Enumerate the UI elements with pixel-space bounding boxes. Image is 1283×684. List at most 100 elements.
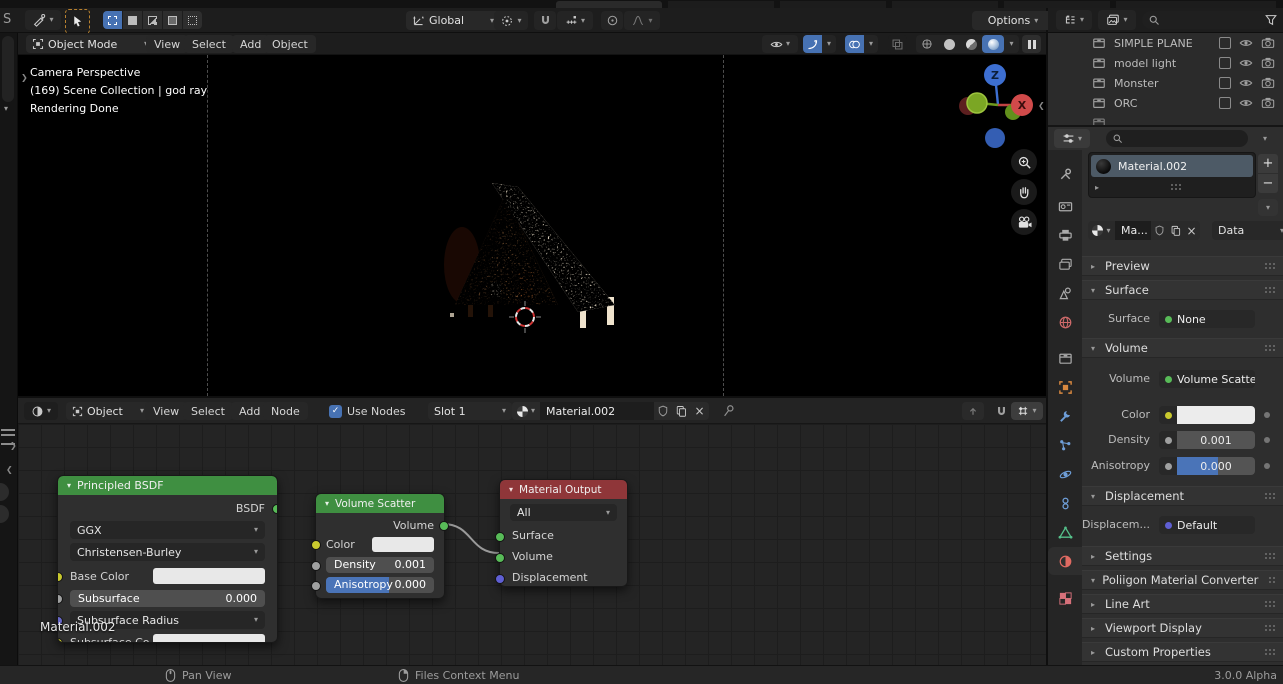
shading-wireframe-button[interactable] [916,35,938,53]
outliner-display-mode-button[interactable]: ▾ [1098,10,1136,30]
anisotropy-slider-widget[interactable]: 0.000 [1159,457,1255,475]
render-pause-button[interactable] [1022,35,1041,53]
socket-density[interactable] [311,561,321,571]
density-slider[interactable]: Density0.001 [326,557,434,573]
camera-visibility-icon[interactable] [1261,56,1275,70]
shading-rendered-button[interactable] [982,35,1004,53]
tab-world[interactable] [1048,308,1082,336]
tab-scene[interactable] [1048,279,1082,307]
color-swatch[interactable] [372,537,434,552]
viewport-3d[interactable]: Object Mode ▾ View Select Add Object ▾ ▾… [18,33,1046,396]
shading-dropdown[interactable]: ▾ [1004,35,1019,53]
anisotropy-slider[interactable]: Anisotropy0.000 [326,577,434,593]
outliner-editor-type-button[interactable]: ▾ [1056,10,1092,30]
panel-surface[interactable]: ▾ Surface [1082,280,1283,300]
proportional-falloff-dropdown[interactable]: ▾ [624,11,660,30]
material-browse-button[interactable]: ▾ [1088,221,1115,240]
properties-editor-type-button[interactable]: ▾ [1054,129,1090,148]
mode-dropdown[interactable]: Object Mode ▾ [26,35,154,53]
use-nodes-checkbox[interactable]: ✓ Use Nodes [329,402,406,420]
tab-material-active[interactable] [1048,547,1082,575]
node-material-output[interactable]: ▾ Material Output All▾ Surface Volume Di… [499,479,628,587]
eye-icon[interactable] [1239,76,1253,90]
panel-drag-grip[interactable] [1264,262,1277,270]
color-swatch-widget[interactable] [1159,406,1255,424]
gizmos-toggle[interactable] [803,35,822,53]
panel-drag-grip[interactable] [1264,624,1277,632]
subsurface-slider[interactable]: Subsurface0.000 [70,590,265,607]
gizmos-dropdown[interactable]: ▾ [822,35,836,53]
panel-drag-grip[interactable] [1264,600,1277,608]
copy-material-button[interactable] [1167,221,1183,240]
tab-particles[interactable] [1048,431,1082,459]
exclude-checkbox[interactable] [1219,57,1231,69]
options-dropdown[interactable]: Options ▾ [972,11,1054,30]
socket-subsurface-color[interactable] [57,638,63,643]
panel-drag-grip[interactable] [1268,576,1277,584]
tab-tool[interactable] [1048,160,1082,188]
tab-collection[interactable] [1048,344,1082,372]
socket-surface-input[interactable] [495,532,505,542]
collapse-icon[interactable]: ▾ [325,500,329,508]
outliner-search-input[interactable] [1142,11,1272,29]
socket-base-color[interactable] [57,572,63,582]
node-snap-toggle[interactable] [992,402,1010,420]
remove-slot-button[interactable]: − [1258,174,1278,193]
exclude-checkbox[interactable] [1219,97,1231,109]
zoom-button[interactable] [1011,149,1037,175]
tab-object[interactable] [1048,373,1082,401]
tab-constraints[interactable] [1048,489,1082,517]
list-resize-grip[interactable] [1170,183,1183,191]
subsurface-color-swatch[interactable] [153,634,265,643]
shading-material-button[interactable] [960,35,982,53]
socket-subsurface[interactable] [57,594,63,604]
node-header[interactable]: ▾ Volume Scatter [316,494,444,513]
checkbox[interactable]: ✓ [329,405,342,418]
collapse-icon[interactable]: ▾ [67,482,71,490]
volume-value-dropdown[interactable]: Volume Scatte [1159,370,1255,388]
collapse-icon[interactable]: ▾ [509,486,513,494]
keyframe-dot[interactable] [1264,412,1270,418]
panel-preview[interactable]: ▸ Preview [1082,256,1283,276]
outliner-row-partial[interactable] [1048,113,1283,125]
toolbar-expand-icon[interactable]: ❯ [21,73,28,82]
distribution-dropdown[interactable]: GGX▾ [70,521,265,539]
outliner-row-orc[interactable]: ORC [1048,93,1283,113]
slot-dropdown[interactable]: Slot 1 ▾ [428,402,512,420]
material-browse-button[interactable]: ▾ [512,402,540,420]
pin-button[interactable] [722,404,736,418]
subsurface-method-dropdown[interactable]: Christensen-Burley▾ [70,543,265,561]
editor-type-button[interactable]: ▾ [24,402,58,420]
expand-right-icon[interactable]: ❯ [10,441,17,450]
node-volume-scatter[interactable]: ▾ Volume Scatter Volume Color Density0.0… [315,493,445,599]
panel-drag-grip[interactable] [1264,286,1277,294]
eye-icon[interactable] [1239,36,1253,50]
panel-volume[interactable]: ▾ Volume [1082,338,1283,358]
exclude-checkbox[interactable] [1219,37,1231,49]
eye-icon[interactable] [1239,96,1253,110]
copy-material-button[interactable] [672,402,690,420]
panel-custom-properties[interactable]: ▸ Custom Properties [1082,642,1283,662]
node-canvas[interactable]: ▾ Principled BSDF BSDF GGX▾ Christensen-… [18,424,1046,667]
menu-select[interactable]: Select [184,35,234,53]
active-tool-button[interactable] [65,9,90,34]
menu-select[interactable]: Select [183,402,233,420]
item-name[interactable]: ORC [1114,97,1137,110]
camera-visibility-icon[interactable] [1261,96,1275,110]
keyframe-dot[interactable] [1264,463,1270,469]
tab-physics[interactable] [1048,460,1082,488]
snap-settings-dropdown[interactable]: ▾ [557,11,593,30]
density-slider-widget[interactable]: 0.001 [1159,431,1255,449]
pan-button[interactable] [1011,179,1037,205]
workspace-tab[interactable] [1116,1,1276,8]
camera-view-button[interactable] [1011,209,1037,235]
unlink-material-button[interactable]: × [690,402,709,420]
item-name[interactable]: Monster [1114,77,1159,90]
xray-toggle[interactable] [888,35,907,53]
overlays-toggle[interactable] [845,35,864,53]
shading-solid-button[interactable] [938,35,960,53]
base-color-swatch[interactable] [153,568,265,584]
panel-drag-grip[interactable] [1264,648,1277,656]
node-snap-target-dropdown[interactable]: ▾ [1011,402,1043,420]
snap-toggle-button[interactable] [534,11,556,30]
